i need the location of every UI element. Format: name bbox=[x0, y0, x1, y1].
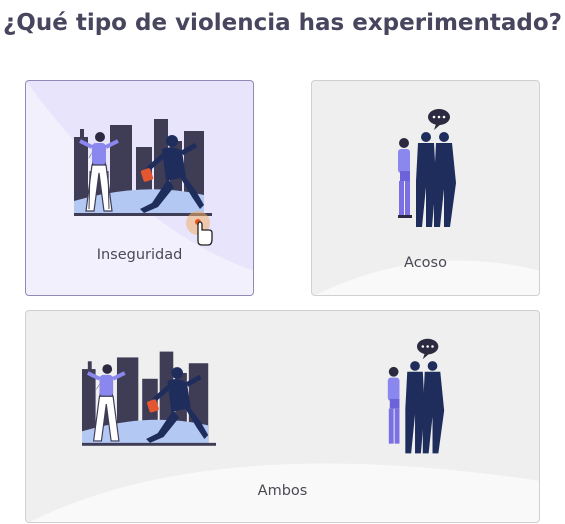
page-title: ¿Qué tipo de violencia has experimentado… bbox=[2, 10, 563, 36]
option-card-inseguridad[interactable]: Inseguridad bbox=[25, 80, 254, 296]
men-figures bbox=[416, 132, 456, 227]
hand-cursor-icon bbox=[186, 211, 213, 246]
option-card-ambos[interactable]: Ambos bbox=[25, 310, 540, 523]
option-label-ambos: Ambos bbox=[257, 483, 308, 499]
option-card-acoso[interactable]: Acoso bbox=[311, 80, 540, 296]
harassment-scene-illustration bbox=[387, 338, 445, 454]
woman-figure bbox=[398, 138, 412, 218]
option-label-inseguridad: Inseguridad bbox=[96, 247, 183, 263]
harassment-scene-illustration bbox=[398, 109, 456, 227]
speech-bubble-icon bbox=[428, 109, 450, 130]
robbery-scene-illustration bbox=[82, 351, 216, 446]
option-label-acoso: Acoso bbox=[404, 255, 447, 271]
